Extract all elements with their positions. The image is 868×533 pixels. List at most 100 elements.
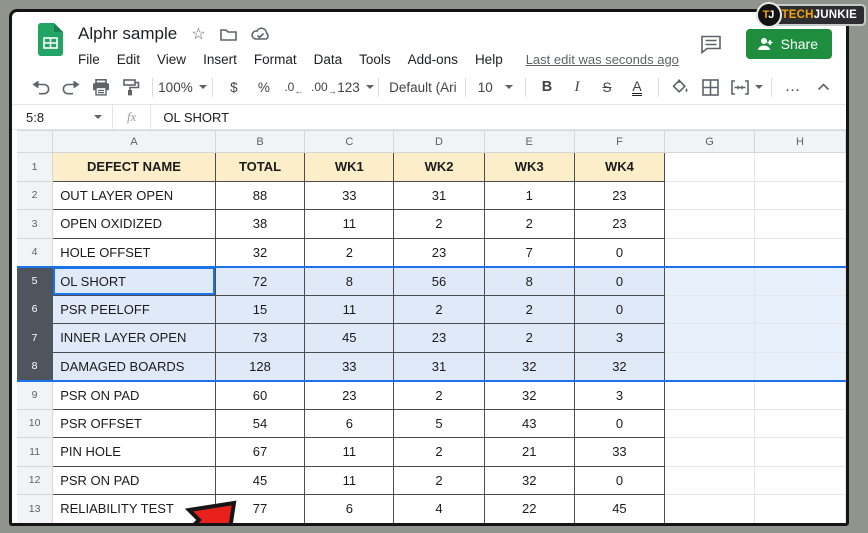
cell-E10[interactable]: 43 <box>484 409 574 438</box>
paint-format-icon[interactable] <box>118 74 144 100</box>
cell-H3[interactable] <box>754 210 845 239</box>
cell-H5[interactable] <box>754 267 845 296</box>
cell-D10[interactable]: 5 <box>394 409 484 438</box>
cell-B3[interactable]: 38 <box>215 210 304 239</box>
cell-D6[interactable]: 2 <box>394 295 484 324</box>
cell-A11[interactable]: PIN HOLE <box>53 438 216 467</box>
cell-D7[interactable]: 23 <box>394 324 484 353</box>
cell-A1[interactable]: DEFECT NAME <box>53 153 216 182</box>
merge-dropdown-icon[interactable] <box>755 85 763 89</box>
menu-file[interactable]: File <box>78 52 100 67</box>
column-header-F[interactable]: F <box>574 131 664 153</box>
undo-icon[interactable] <box>28 74 54 100</box>
folder-icon[interactable] <box>220 27 237 41</box>
cell-E13[interactable]: 22 <box>484 495 574 524</box>
cell-E3[interactable]: 2 <box>484 210 574 239</box>
row-header-4[interactable]: 4 <box>17 238 53 267</box>
menu-help[interactable]: Help <box>475 52 503 67</box>
print-icon[interactable] <box>88 74 114 100</box>
cell-F10[interactable]: 0 <box>574 409 664 438</box>
format-percent-button[interactable]: % <box>251 74 277 100</box>
cell-D2[interactable]: 31 <box>394 181 484 210</box>
cell-H4[interactable] <box>754 238 845 267</box>
cell-G8[interactable] <box>665 352 755 381</box>
cell-G4[interactable] <box>665 238 755 267</box>
cell-H9[interactable] <box>754 381 845 410</box>
column-header-H[interactable]: H <box>754 131 845 153</box>
cloud-status-icon[interactable] <box>251 27 270 41</box>
row-header-9[interactable]: 9 <box>17 381 53 410</box>
column-header-A[interactable]: A <box>53 131 216 153</box>
cell-B1[interactable]: TOTAL <box>215 153 304 182</box>
cell-H10[interactable] <box>754 409 845 438</box>
cell-C11[interactable]: 11 <box>305 438 394 467</box>
comment-icon[interactable] <box>700 35 722 54</box>
cell-B12[interactable]: 45 <box>215 466 304 495</box>
cell-F11[interactable]: 33 <box>574 438 664 467</box>
cell-A8[interactable]: DAMAGED BOARDS <box>53 352 216 381</box>
cell-E7[interactable]: 2 <box>484 324 574 353</box>
zoom-dropdown[interactable]: 100% <box>161 74 204 100</box>
cell-F2[interactable]: 23 <box>574 181 664 210</box>
cell-F5[interactable]: 0 <box>574 267 664 296</box>
cell-D12[interactable]: 2 <box>394 466 484 495</box>
cell-F13[interactable]: 45 <box>574 495 664 524</box>
cell-D8[interactable]: 31 <box>394 352 484 381</box>
cell-G7[interactable] <box>665 324 755 353</box>
row-header-1[interactable]: 1 <box>17 153 53 182</box>
collapse-toolbar-icon[interactable] <box>810 74 836 100</box>
cell-C5[interactable]: 8 <box>305 267 394 296</box>
document-title[interactable]: Alphr sample <box>78 24 177 44</box>
cell-A10[interactable]: PSR OFFSET <box>53 409 216 438</box>
cell-G1[interactable] <box>665 153 755 182</box>
row-header-13[interactable]: 13 <box>17 495 53 524</box>
cell-D13[interactable]: 4 <box>394 495 484 524</box>
cell-C9[interactable]: 23 <box>305 381 394 410</box>
cell-F1[interactable]: WK4 <box>574 153 664 182</box>
column-header-B[interactable]: B <box>215 131 304 153</box>
cell-G6[interactable] <box>665 295 755 324</box>
row-header-3[interactable]: 3 <box>17 210 53 239</box>
cell-A13[interactable]: RELIABILITY TEST <box>53 495 216 524</box>
cell-E5[interactable]: 8 <box>484 267 574 296</box>
column-header-G[interactable]: G <box>665 131 755 153</box>
cell-C10[interactable]: 6 <box>305 409 394 438</box>
font-size-dropdown[interactable]: 10 <box>474 74 517 100</box>
cell-A3[interactable]: OPEN OXIDIZED <box>53 210 216 239</box>
row-header-2[interactable]: 2 <box>17 181 53 210</box>
row-header-7[interactable]: 7 <box>17 324 53 353</box>
cell-D1[interactable]: WK2 <box>394 153 484 182</box>
cell-G9[interactable] <box>665 381 755 410</box>
cell-B10[interactable]: 54 <box>215 409 304 438</box>
cell-C1[interactable]: WK1 <box>305 153 394 182</box>
row-header-10[interactable]: 10 <box>17 409 53 438</box>
column-header-D[interactable]: D <box>394 131 484 153</box>
cell-H8[interactable] <box>754 352 845 381</box>
menu-view[interactable]: View <box>157 52 186 67</box>
text-color-button[interactable]: A <box>624 74 650 100</box>
cell-E12[interactable]: 32 <box>484 466 574 495</box>
bold-button[interactable]: B <box>534 74 560 100</box>
cell-H2[interactable] <box>754 181 845 210</box>
cell-E11[interactable]: 21 <box>484 438 574 467</box>
format-currency-button[interactable]: $ <box>221 74 247 100</box>
star-icon[interactable]: ☆ <box>191 24 205 44</box>
menu-format[interactable]: Format <box>254 52 297 67</box>
cell-C12[interactable]: 11 <box>305 466 394 495</box>
cell-C4[interactable]: 2 <box>305 238 394 267</box>
cell-B8[interactable]: 128 <box>215 352 304 381</box>
cell-H13[interactable] <box>754 495 845 524</box>
row-header-12[interactable]: 12 <box>17 466 53 495</box>
more-formats-dropdown[interactable]: 123 <box>341 74 370 100</box>
cell-H6[interactable] <box>754 295 845 324</box>
cell-B6[interactable]: 15 <box>215 295 304 324</box>
column-header-C[interactable]: C <box>305 131 394 153</box>
cell-H12[interactable] <box>754 466 845 495</box>
column-header-E[interactable]: E <box>484 131 574 153</box>
cell-D11[interactable]: 2 <box>394 438 484 467</box>
cell-F6[interactable]: 0 <box>574 295 664 324</box>
cell-B5[interactable]: 72 <box>215 267 304 296</box>
cell-F3[interactable]: 23 <box>574 210 664 239</box>
font-family-dropdown[interactable]: Default (Ari... <box>387 74 457 100</box>
cell-H7[interactable] <box>754 324 845 353</box>
